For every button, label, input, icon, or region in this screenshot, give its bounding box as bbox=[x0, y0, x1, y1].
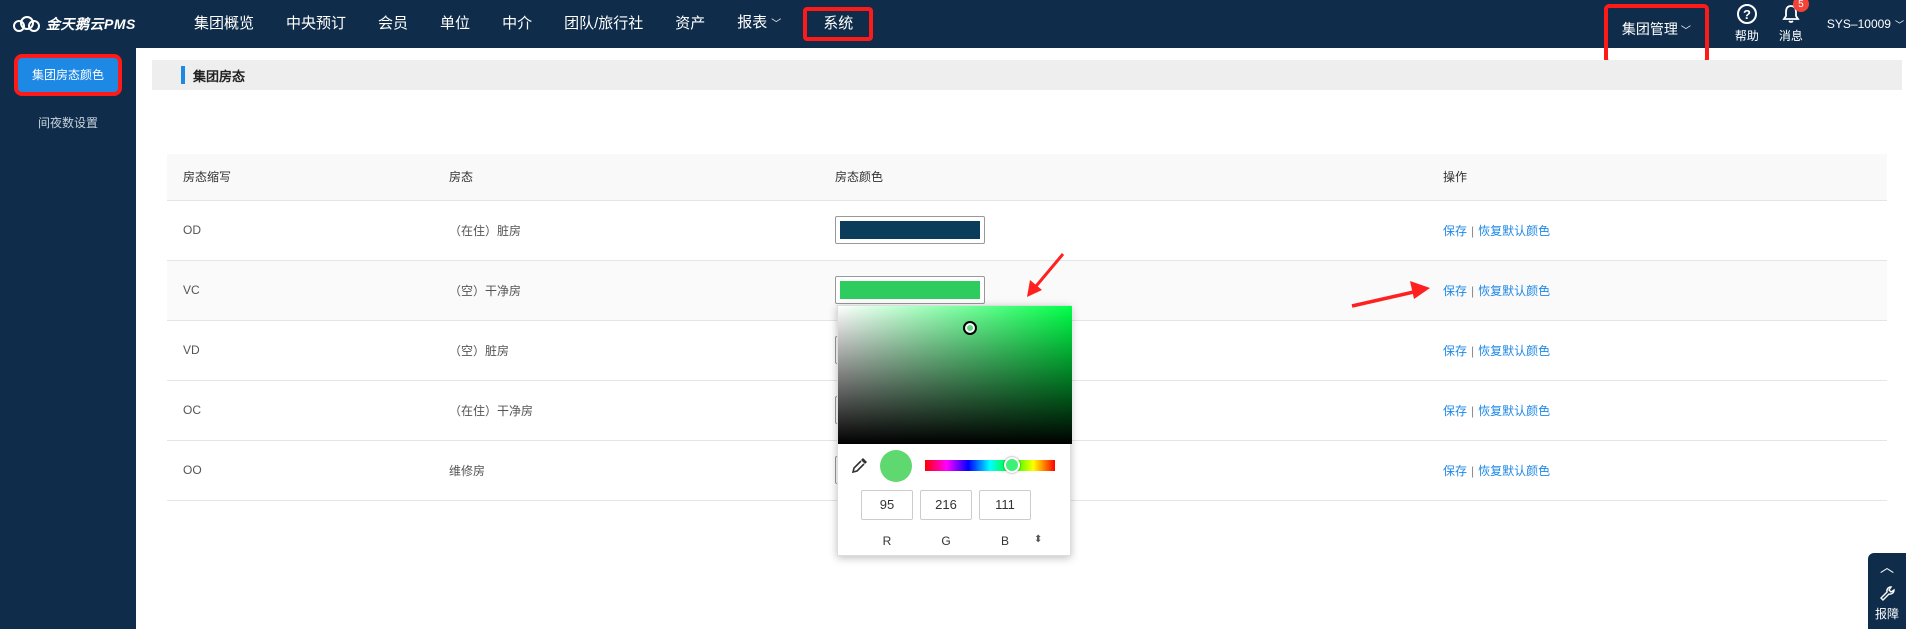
save-link[interactable]: 保存 bbox=[1443, 404, 1467, 418]
column-header-actions: 操作 bbox=[1427, 154, 1887, 201]
sidebar-item-room-status-color[interactable]: 集团房态颜色 bbox=[14, 54, 122, 96]
color-swatch-fill bbox=[840, 221, 980, 239]
reset-default-color-link[interactable]: 恢复默认颜色 bbox=[1478, 404, 1550, 418]
color-swatch-fill bbox=[840, 281, 980, 299]
chevron-down-icon: ﹀ bbox=[1680, 26, 1691, 37]
section-title: 集团房态 bbox=[193, 68, 246, 84]
messages-button[interactable]: 5 消息 bbox=[1769, 0, 1813, 44]
action-separator: | bbox=[1471, 403, 1475, 418]
action-separator: | bbox=[1471, 463, 1475, 478]
color-picker-popup: 95 216 111 R G B ⬍ bbox=[837, 305, 1072, 556]
brand-name: 金天鹅云PMS bbox=[46, 16, 136, 32]
saturation-value-handle[interactable] bbox=[963, 321, 977, 335]
green-input[interactable]: 216 bbox=[920, 490, 972, 520]
cell-abbr: OO bbox=[167, 440, 433, 501]
sidebar: 集团房态颜色 间夜数设置 bbox=[0, 48, 136, 629]
nav-item-overview[interactable]: 集团概览 bbox=[178, 0, 270, 48]
action-separator: | bbox=[1471, 223, 1475, 238]
red-label: R bbox=[882, 534, 892, 548]
cell-abbr: OD bbox=[167, 200, 433, 261]
hue-slider[interactable] bbox=[925, 457, 1055, 473]
eyedropper-icon[interactable] bbox=[851, 456, 869, 474]
cell-abbr: OC bbox=[167, 380, 433, 441]
blue-input[interactable]: 111 bbox=[979, 490, 1031, 520]
nav-item-units[interactable]: 单位 bbox=[424, 0, 486, 48]
hue-slider-handle[interactable] bbox=[1004, 457, 1020, 473]
cell-abbr: VC bbox=[167, 260, 433, 321]
action-separator: | bbox=[1471, 343, 1475, 358]
color-preview bbox=[880, 450, 912, 482]
column-header-color: 房态颜色 bbox=[819, 154, 1427, 201]
cell-abbr: VD bbox=[167, 320, 433, 381]
nav-item-system[interactable]: 系统 bbox=[803, 7, 874, 41]
save-link[interactable]: 保存 bbox=[1443, 284, 1467, 298]
nav-right-area: 集团管理 ﹀ ? 帮助 5 消息 SYS–10009 ﹀ bbox=[1603, 0, 1906, 64]
reset-default-color-link[interactable]: 恢复默认颜色 bbox=[1478, 224, 1550, 238]
cell-actions: 保存 | 恢复默认颜色 bbox=[1427, 320, 1887, 381]
saturation-value-area[interactable] bbox=[838, 306, 1072, 444]
nav-item-agents[interactable]: 中介 bbox=[486, 0, 548, 48]
column-header-abbr: 房态缩写 bbox=[167, 154, 433, 201]
nav-item-members[interactable]: 会员 bbox=[362, 0, 424, 48]
cell-status: （在住）脏房 bbox=[433, 200, 819, 261]
floating-report-widget[interactable]: ︿ 报障 bbox=[1868, 553, 1906, 629]
cell-status: 维修房 bbox=[433, 440, 819, 501]
nav-item-teams[interactable]: 团队/旅行社 bbox=[548, 0, 659, 48]
sidebar-item-room-night-settings[interactable]: 间夜数设置 bbox=[0, 100, 136, 146]
help-button[interactable]: ? 帮助 bbox=[1725, 4, 1769, 44]
section-header: 集团房态 bbox=[152, 60, 1902, 90]
cell-actions: 保存 | 恢复默认颜色 bbox=[1427, 380, 1887, 441]
green-label: G bbox=[941, 534, 951, 548]
red-input[interactable]: 95 bbox=[861, 490, 913, 520]
cell-status: （空）干净房 bbox=[433, 260, 819, 321]
nav-item-central-booking[interactable]: 中央预订 bbox=[270, 0, 362, 48]
chevron-down-icon: ﹀ bbox=[1894, 19, 1904, 30]
group-management-label: 集团管理 bbox=[1621, 21, 1678, 37]
cell-actions: 保存 | 恢复默认颜色 bbox=[1427, 440, 1887, 501]
cell-color bbox=[819, 200, 1427, 261]
reset-default-color-link[interactable]: 恢复默认颜色 bbox=[1478, 344, 1550, 358]
chevron-down-icon: ﹀ bbox=[771, 19, 782, 30]
blue-label: B bbox=[1000, 534, 1009, 548]
table-header-row: 房态缩写 房态 房态颜色 操作 bbox=[167, 154, 1887, 201]
section-accent-bar bbox=[181, 66, 185, 84]
cloud-logo-icon bbox=[13, 16, 40, 32]
nav-item-reports-label: 报表 bbox=[737, 14, 768, 31]
group-management-menu[interactable]: 集团管理 ﹀ bbox=[1603, 4, 1709, 64]
user-account-menu[interactable]: SYS–10009 bbox=[1813, 17, 1895, 31]
message-count-badge: 5 bbox=[1792, 0, 1809, 12]
question-circle-icon: ? bbox=[1736, 4, 1757, 24]
messages-label: 消息 bbox=[1778, 29, 1803, 43]
top-navbar: 金天鹅云PMS 集团概览 中央预订 会员 单位 中介 团队/旅行社 资产 报表 ﹀… bbox=[0, 0, 1906, 64]
nav-item-assets[interactable]: 资产 bbox=[659, 0, 721, 48]
cell-actions: 保存 | 恢复默认颜色 bbox=[1427, 200, 1887, 261]
nav-item-reports[interactable]: 报表 ﹀ bbox=[721, 0, 797, 49]
cell-status: （在住）干净房 bbox=[433, 380, 819, 441]
help-label: 帮助 bbox=[1734, 29, 1759, 43]
value-gradient bbox=[838, 306, 1072, 444]
wrench-icon bbox=[1880, 586, 1895, 601]
main-nav: 集团概览 中央预订 会员 单位 中介 团队/旅行社 资产 报表 ﹀ 系统 bbox=[178, 0, 874, 49]
color-swatch-button[interactable] bbox=[835, 216, 985, 244]
reset-default-color-link[interactable]: 恢复默认颜色 bbox=[1478, 464, 1550, 478]
chevron-up-icon[interactable]: ︿ bbox=[1880, 557, 1894, 577]
report-issue-label: 报障 bbox=[1874, 607, 1899, 621]
reset-default-color-link[interactable]: 恢复默认颜色 bbox=[1478, 284, 1550, 298]
table-row: OD （在住）脏房 保存 | 恢复默认颜色 bbox=[167, 200, 1887, 261]
column-header-status: 房态 bbox=[433, 154, 819, 201]
save-link[interactable]: 保存 bbox=[1443, 224, 1467, 238]
cell-status: （空）脏房 bbox=[433, 320, 819, 381]
color-swatch-button[interactable] bbox=[835, 276, 985, 304]
save-link[interactable]: 保存 bbox=[1443, 464, 1467, 478]
save-link[interactable]: 保存 bbox=[1443, 344, 1467, 358]
action-separator: | bbox=[1471, 283, 1475, 298]
up-down-icon[interactable]: ⬍ bbox=[1034, 534, 1042, 545]
cell-actions: 保存 | 恢复默认颜色 bbox=[1427, 260, 1887, 321]
brand-logo[interactable]: 金天鹅云PMS bbox=[12, 0, 136, 48]
